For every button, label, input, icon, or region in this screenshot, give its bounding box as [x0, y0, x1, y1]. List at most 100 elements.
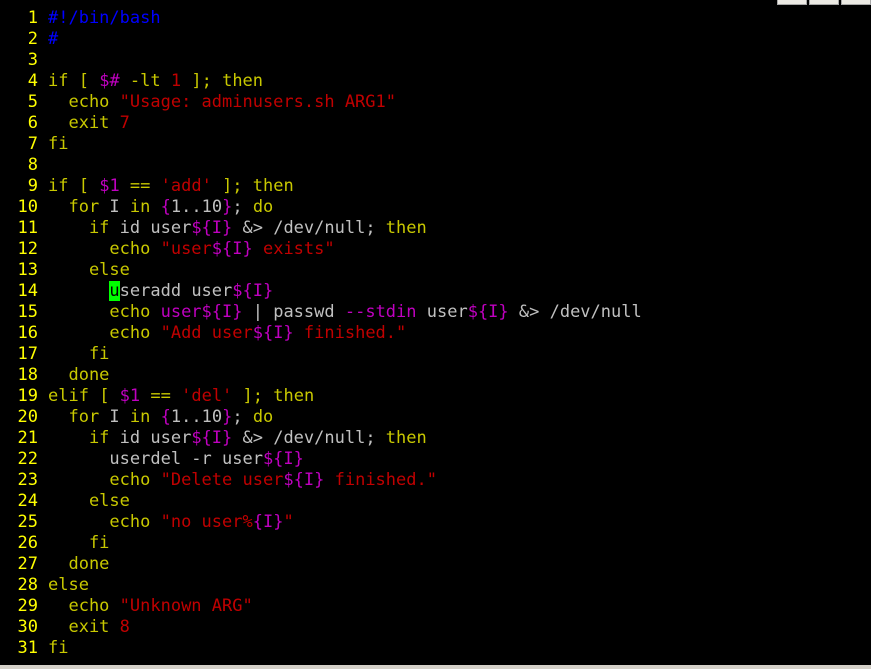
code-line[interactable]: 4 if [ $# -lt 1 ]; then	[0, 71, 871, 92]
code-line[interactable]: 1 #!/bin/bash	[0, 8, 871, 29]
code-token: exit	[48, 113, 120, 133]
code-token: id user	[109, 218, 192, 238]
code-line[interactable]: 7 fi	[0, 134, 871, 155]
code-token: echo	[48, 323, 161, 343]
code-token: I	[99, 407, 130, 427]
code-line[interactable]: 19 elif [ $1 == 'del' ]; then	[0, 386, 871, 407]
code-token: done	[48, 554, 110, 574]
code-token: then	[385, 218, 427, 238]
code-token: user	[416, 302, 468, 322]
code-line[interactable]: 8	[0, 155, 871, 176]
code-line[interactable]: 9 if [ $1 == 'add' ]; then	[0, 176, 871, 197]
code-token: ];	[211, 176, 253, 196]
code-token: in	[129, 197, 151, 217]
code-line[interactable]: 14 useradd user${I}	[0, 281, 871, 302]
code-line[interactable]: 3	[0, 50, 871, 71]
code-token: 1..10	[170, 197, 223, 217]
code-token: $1	[99, 176, 120, 196]
code-line[interactable]: 17 fi	[0, 344, 871, 365]
code-line[interactable]: 5 echo "Usage: adminusers.sh ARG1"	[0, 92, 871, 113]
code-token: ;	[232, 197, 253, 217]
code-line[interactable]: 10 for I in {1..10}; do	[0, 197, 871, 218]
code-line[interactable]: 23 echo "Delete user${I} finished."	[0, 470, 871, 491]
code-token: "Add user	[160, 323, 253, 343]
code-token: seradd user	[119, 281, 233, 301]
code-token: echo	[48, 239, 161, 259]
line-number: 29	[17, 596, 38, 616]
line-number: 24	[17, 491, 38, 511]
code-line[interactable]: 12 echo "user${I} exists"	[0, 239, 871, 260]
code-token: ${I}	[467, 302, 509, 322]
code-token: &> /dev/null;	[232, 218, 386, 238]
code-token: ${I}	[283, 470, 325, 490]
code-line[interactable]: 21 if id user${I} &> /dev/null; then	[0, 428, 871, 449]
code-token: ==	[140, 386, 182, 406]
code-token: do	[252, 407, 274, 427]
code-token: fi	[48, 638, 69, 658]
code-token: else	[48, 491, 130, 511]
code-token: --stdin	[344, 302, 417, 322]
code-token: 7	[119, 113, 130, 133]
window-controls	[775, 0, 871, 6]
code-token: ;	[232, 407, 253, 427]
code-line[interactable]: 6 exit 7	[0, 113, 871, 134]
code-token: user	[160, 302, 202, 322]
line-number: 20	[17, 407, 38, 427]
code-token: fi	[48, 533, 110, 553]
code-line[interactable]: 18 done	[0, 365, 871, 386]
code-token: if	[48, 218, 110, 238]
code-line[interactable]: 11 if id user${I} &> /dev/null; then	[0, 218, 871, 239]
code-line[interactable]: 20 for I in {1..10}; do	[0, 407, 871, 428]
code-line[interactable]: 2 #	[0, 29, 871, 50]
code-line[interactable]: 29 echo "Unknown ARG"	[0, 596, 871, 617]
code-token: else	[48, 575, 89, 595]
code-token: if	[48, 428, 110, 448]
code-token: ${I}	[211, 239, 253, 259]
code-token: ${I}	[262, 449, 304, 469]
line-number: 3	[27, 50, 38, 70]
code-line[interactable]: 27 done	[0, 554, 871, 575]
code-token: ==	[119, 176, 161, 196]
code-line[interactable]: 13 else	[0, 260, 871, 281]
code-line[interactable]: 15 echo user${I} | passwd --stdin user${…	[0, 302, 871, 323]
code-line[interactable]: 31 fi	[0, 638, 871, 659]
code-lines: 1 #!/bin/bash 2 #3 4 if [ $# -lt 1 ]; then 5 e…	[0, 8, 871, 659]
code-token: do	[252, 197, 274, 217]
code-token: echo	[48, 596, 120, 616]
line-number: 11	[17, 218, 38, 238]
code-token: $#	[99, 71, 120, 91]
code-line[interactable]: 24 else	[0, 491, 871, 512]
code-token: ];	[232, 386, 274, 406]
code-token: 1..10	[170, 407, 223, 427]
code-token: ${I}	[232, 281, 274, 301]
code-token: done	[48, 365, 110, 385]
code-token: &> /dev/null	[508, 302, 642, 322]
code-token: echo	[48, 302, 161, 322]
code-token: "no user%	[160, 512, 253, 532]
vim-editor[interactable]: 1 #!/bin/bash 2 #3 4 if [ $# -lt 1 ]; then 5 e…	[0, 0, 871, 665]
close-button[interactable]	[841, 0, 871, 5]
minimize-button[interactable]	[777, 0, 807, 5]
code-line[interactable]: 22 userdel -r user${I}	[0, 449, 871, 470]
code-token: id user	[109, 428, 192, 448]
code-token: "Usage: adminusers.sh ARG1"	[119, 92, 396, 112]
code-token: echo	[48, 470, 161, 490]
maximize-button[interactable]	[809, 0, 839, 5]
code-line[interactable]: 26 fi	[0, 533, 871, 554]
line-number: 17	[17, 344, 38, 364]
code-line[interactable]: 25 echo "no user%{I}"	[0, 512, 871, 533]
code-token: "Delete user	[160, 470, 284, 490]
code-token: ${I}	[201, 302, 243, 322]
code-token: 'del'	[181, 386, 233, 406]
code-line[interactable]: 30 exit 8	[0, 617, 871, 638]
code-token: for	[48, 197, 100, 217]
line-number: 22	[17, 449, 38, 469]
line-number: 31	[17, 638, 38, 658]
code-token: else	[48, 260, 130, 280]
line-number: 19	[17, 386, 38, 406]
code-line[interactable]: 16 echo "Add user${I} finished."	[0, 323, 871, 344]
code-token: {	[160, 197, 171, 217]
code-line[interactable]: 28 else	[0, 575, 871, 596]
